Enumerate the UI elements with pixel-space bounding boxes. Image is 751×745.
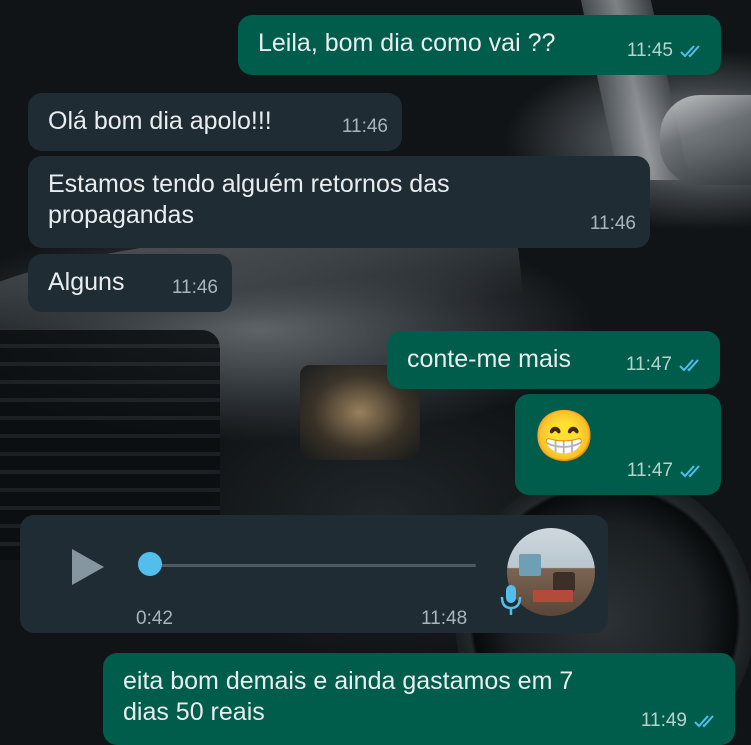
message-text: Alguns	[48, 268, 125, 296]
wallpaper-car-mirror	[660, 95, 751, 185]
voice-duration: 0:42	[136, 608, 173, 629]
message-outgoing[interactable]: Leila, bom dia como vai ?? 11:45	[238, 15, 721, 75]
message-time: 11:46	[171, 277, 218, 298]
message-outgoing[interactable]: conte-me mais 11:47	[387, 331, 720, 389]
message-meta: 11:45	[627, 35, 707, 66]
message-incoming[interactable]: Estamos tendo alguém retornos das propag…	[28, 156, 650, 248]
message-time: 11:49	[640, 710, 687, 731]
read-ticks-icon	[679, 463, 707, 479]
message-outgoing[interactable]: eita bom demais e ainda gastamos em 7 di…	[103, 653, 735, 745]
message-text: Olá bom dia apolo!!!	[48, 107, 272, 135]
message-outgoing-emoji[interactable]: 😁 11:47	[515, 394, 721, 495]
message-meta: 11:46	[342, 111, 388, 142]
message-text: Estamos tendo alguém retornos das propag…	[48, 169, 450, 231]
message-meta: 11:46	[590, 208, 636, 239]
play-icon[interactable]	[68, 545, 108, 589]
voice-progress-handle[interactable]	[138, 552, 162, 576]
message-time: 11:45	[626, 40, 673, 61]
message-meta: 11:46	[172, 272, 218, 303]
read-ticks-icon	[678, 357, 706, 373]
message-incoming[interactable]: Alguns 11:46	[28, 254, 232, 312]
message-text: eita bom demais e ainda gastamos em 7 di…	[123, 666, 573, 728]
read-ticks-icon	[693, 713, 721, 729]
microphone-icon	[500, 585, 522, 615]
message-text: conte-me mais	[407, 345, 571, 373]
message-incoming[interactable]: Olá bom dia apolo!!! 11:46	[28, 93, 402, 151]
message-meta: 11:49	[641, 705, 721, 736]
message-text-line: dias 50 reais	[123, 698, 265, 726]
message-meta: 11:47	[627, 455, 707, 486]
message-time: 11:46	[341, 116, 388, 137]
message-time: 11:46	[589, 213, 636, 234]
message-time: 11:47	[625, 354, 672, 375]
read-ticks-icon	[679, 43, 707, 59]
message-meta: 11:47	[626, 349, 706, 380]
grinning-face-emoji: 😁	[533, 408, 596, 464]
message-time: 11:47	[626, 460, 673, 481]
voice-progress-track[interactable]	[138, 564, 476, 567]
message-text-line: eita bom demais e ainda gastamos em 7	[123, 667, 574, 695]
message-text-line: propagandas	[48, 201, 194, 229]
voice-message[interactable]: 0:42 11:48	[20, 515, 608, 633]
message-time: 11:48	[421, 608, 468, 629]
message-text: Leila, bom dia como vai ??	[258, 29, 556, 57]
message-text-line: Estamos tendo alguém retornos das	[48, 170, 450, 198]
